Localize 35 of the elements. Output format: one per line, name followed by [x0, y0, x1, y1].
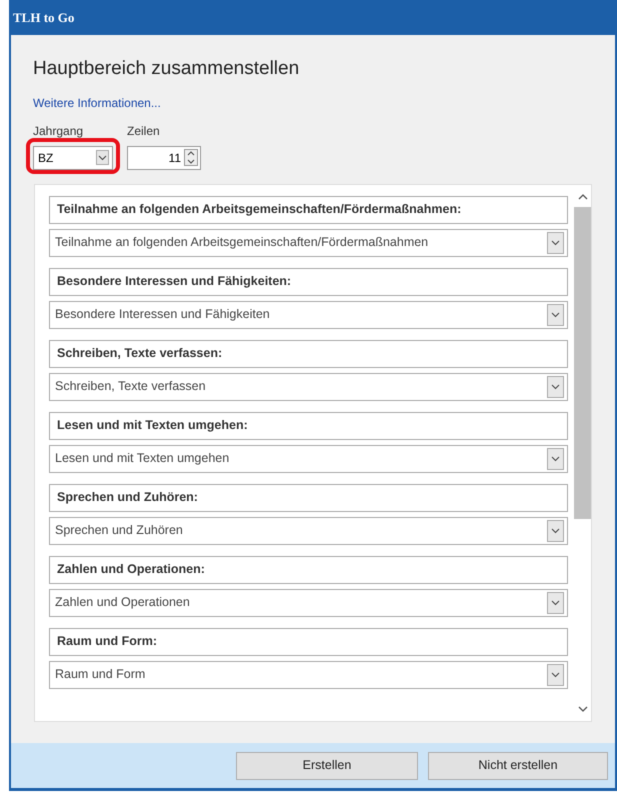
section-title: Zahlen und Operationen: — [49, 556, 568, 584]
dialog-button[interactable]: Erstellen — [236, 752, 418, 780]
scroll-up-icon[interactable] — [578, 192, 588, 200]
dialog-heading: Hauptbereich zusammenstellen — [33, 57, 300, 81]
section-dropdown[interactable]: Raum und Form — [49, 660, 568, 688]
scroll-down-icon[interactable] — [578, 704, 588, 712]
dialog-button[interactable]: Nicht erstellen — [428, 752, 608, 780]
window-title: TLH to Go — [13, 8, 74, 27]
section-dropdown[interactable]: Teilnahme an folgenden Arbeitsgemeinschaften/Fördermaßnahmen — [49, 228, 568, 256]
field-label: Zeilen — [127, 122, 161, 140]
chevron-down-icon — [547, 376, 564, 398]
chevron-down-icon — [547, 592, 564, 614]
section-dropdown[interactable]: Schreiben, Texte verfassen — [49, 372, 568, 400]
section-dropdown[interactable]: Besondere Interessen und Fähigkeiten — [49, 300, 568, 328]
section-title: Teilnahme an folgenden Arbeitsgemeinschaften/Fördermaßnahmen: — [49, 196, 568, 224]
chevron-down-icon — [547, 304, 564, 326]
chevron-down-icon — [547, 448, 564, 470]
section-title: Besondere Interessen und Fähigkeiten: — [49, 268, 568, 296]
section-title: Raum und Form: — [49, 628, 568, 656]
chevron-down-icon — [547, 232, 564, 254]
section-title: Schreiben, Texte verfassen: — [49, 340, 568, 368]
section-dropdown[interactable]: Lesen und mit Texten umgehen — [49, 444, 568, 472]
more-info-link[interactable]: Weitere Informationen... — [33, 94, 593, 112]
section-title: Sprechen und Zuhören: — [49, 484, 568, 512]
chevron-down-icon — [547, 664, 564, 686]
chevron-down-icon — [547, 520, 564, 542]
scrollbar-thumb[interactable] — [574, 206, 591, 518]
field-label: Jahrgang — [33, 122, 84, 140]
section-title: Lesen und mit Texten umgehen: — [49, 412, 568, 440]
year-dropdown[interactable]: BZ — [33, 146, 113, 170]
chevron-down-icon — [96, 150, 109, 165]
section-dropdown[interactable]: Zahlen und Operationen — [49, 588, 568, 616]
section-dropdown[interactable]: Sprechen und Zuhören — [49, 516, 568, 544]
spinner-arrows-icon — [184, 149, 198, 166]
rows-spinner[interactable]: 11 — [127, 146, 201, 170]
